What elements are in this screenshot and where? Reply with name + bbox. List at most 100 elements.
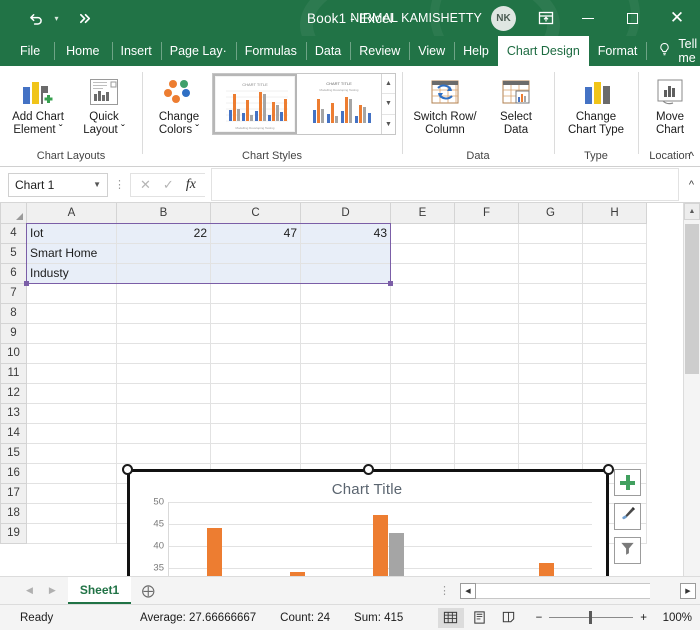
column-header-f[interactable]: F [454,203,519,224]
cell-h8[interactable] [582,302,647,324]
cell-h10[interactable] [582,342,647,364]
cell-g7[interactable] [518,282,583,304]
column-header-e[interactable]: E [390,203,455,224]
cell-f7[interactable] [454,282,519,304]
row-header[interactable]: 11 [0,362,27,384]
cell-b15[interactable] [116,442,211,464]
cell-a15[interactable] [26,442,117,464]
tab-view[interactable]: View [409,36,454,66]
cell-g5[interactable] [518,242,583,264]
cell-e6[interactable] [390,262,455,284]
tab-insert[interactable]: Insert [111,36,161,66]
cell-b9[interactable] [116,322,211,344]
switch-row-column-button[interactable]: Switch Row/ Column [408,71,482,137]
gallery-scrollbar[interactable]: ▲ ▼ ▼ [381,74,395,134]
column-header-d[interactable]: D [300,203,391,224]
cell-b6[interactable] [116,262,211,284]
scroll-up-icon[interactable]: ▲ [684,203,700,220]
bar[interactable] [373,515,388,576]
bar[interactable] [389,532,404,576]
cell-e9[interactable] [390,322,455,344]
cell-a8[interactable] [26,302,117,324]
next-sheet-icon[interactable]: ▶ [49,585,56,596]
gallery-scroll-down-icon[interactable]: ▼ [382,94,395,115]
cell-g14[interactable] [518,422,583,444]
cell-c7[interactable] [210,282,301,304]
cell-a5[interactable]: Smart Home [26,242,117,264]
cell-f11[interactable] [454,362,519,384]
cell-d12[interactable] [300,382,391,404]
chart-handle-top-left[interactable] [122,464,133,475]
ribbon-display-options-icon[interactable] [526,0,566,36]
cell-c8[interactable] [210,302,301,324]
cell-a4[interactable]: Iot [26,222,117,244]
gallery-scroll-up-icon[interactable]: ▲ [382,74,395,95]
cell-f5[interactable] [454,242,519,264]
cell-c10[interactable] [210,342,301,364]
cell-c13[interactable] [210,402,301,424]
zoom-in-button[interactable]: + [640,612,647,624]
avatar[interactable]: NK [491,5,516,31]
chart-filters-button[interactable] [614,537,641,564]
cell-a12[interactable] [26,382,117,404]
gallery-more-icon[interactable]: ▼ [382,115,395,134]
select-all-corner[interactable] [0,203,27,224]
chart-styles-gallery[interactable]: CHART TITLE Modelling Doveloping Testing… [212,73,396,135]
bar[interactable] [290,572,305,576]
close-icon[interactable]: ✕ [654,0,700,36]
cell-b4[interactable]: 22 [116,222,211,244]
zoom-slider[interactable] [549,611,634,624]
chart-style-thumb-1[interactable]: CHART TITLE Modelling Doveloping Testing [213,74,297,134]
tab-home[interactable]: Home [54,36,111,66]
move-chart-button[interactable]: Move Chart [644,71,696,137]
cell-h13[interactable] [582,402,647,424]
status-count[interactable]: Count: 24 [280,612,330,624]
cell-a6[interactable]: Industy [26,262,117,284]
cell-e7[interactable] [390,282,455,304]
cell-f6[interactable] [454,262,519,284]
vertical-scroll-track[interactable] [684,220,700,576]
cell-g8[interactable] [518,302,583,324]
row-header[interactable]: 9 [0,322,27,344]
cell-f10[interactable] [454,342,519,364]
cell-f12[interactable] [454,382,519,404]
column-header-b[interactable]: B [116,203,211,224]
cell-a9[interactable] [26,322,117,344]
tab-data[interactable]: Data [305,36,350,66]
cell-a19[interactable] [26,522,117,544]
cell-a7[interactable] [26,282,117,304]
cell-d8[interactable] [300,302,391,324]
tell-me-box[interactable]: Tell me [646,36,700,66]
formula-input[interactable] [210,168,679,201]
tab-review[interactable]: Review [350,36,409,66]
cell-e10[interactable] [390,342,455,364]
cell-d4[interactable]: 43 [300,222,391,244]
cell-b14[interactable] [116,422,211,444]
scroll-left-icon[interactable]: ◀ [460,582,476,599]
change-colors-button[interactable]: Change Colors ˇ [148,71,210,137]
row-header[interactable]: 18 [0,502,27,524]
collapse-ribbon-icon[interactable]: ^ [688,149,694,163]
cell-g12[interactable] [518,382,583,404]
horizontal-scroll-track[interactable] [476,582,650,599]
zoom-level[interactable]: 100% [654,612,692,624]
tab-format[interactable]: Format [589,36,647,66]
cell-h9[interactable] [582,322,647,344]
undo-icon[interactable] [24,6,48,30]
cell-h5[interactable] [582,242,647,264]
cell-h12[interactable] [582,382,647,404]
row-header[interactable]: 7 [0,282,27,304]
quick-layout-button[interactable]: Quick Layout ˇ [72,71,136,137]
row-header[interactable]: 10 [0,342,27,364]
row-header[interactable]: 12 [0,382,27,404]
cell-b12[interactable] [116,382,211,404]
change-chart-type-button[interactable]: Change Chart Type [560,71,632,137]
insert-function-icon[interactable]: fx [186,177,196,193]
undo-dropdown-icon[interactable]: ▾ [50,14,63,23]
cell-a13[interactable] [26,402,117,424]
cell-f14[interactable] [454,422,519,444]
cell-a11[interactable] [26,362,117,384]
add-chart-element-button[interactable]: Add Chart Element ˇ [6,71,70,137]
cell-e14[interactable] [390,422,455,444]
prev-sheet-icon[interactable]: ◀ [26,585,33,596]
